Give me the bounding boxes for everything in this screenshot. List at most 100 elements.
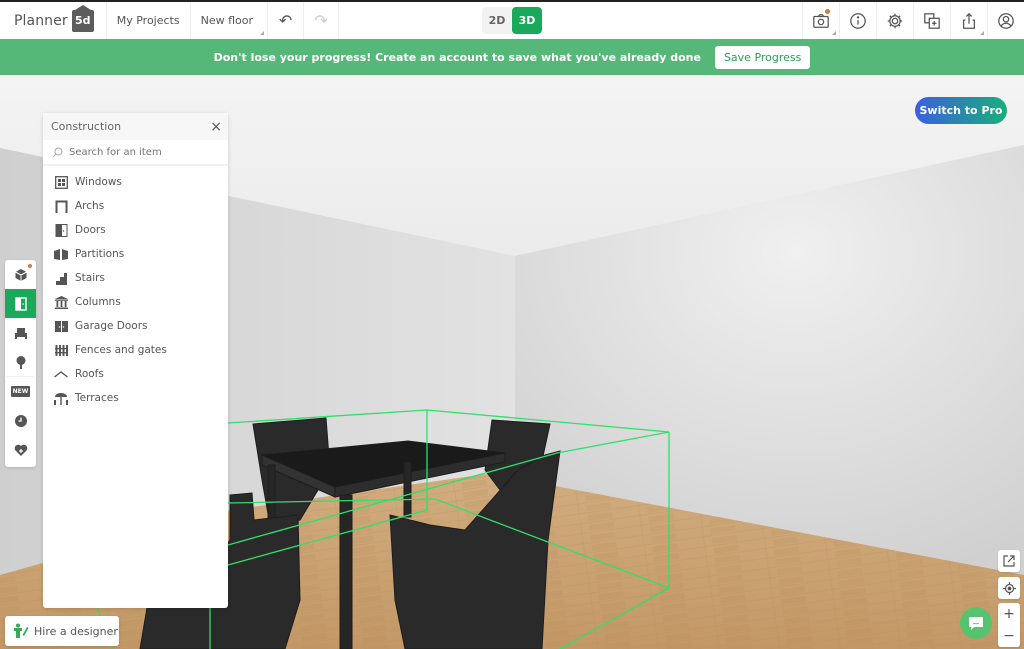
account-button[interactable] xyxy=(987,2,1024,39)
category-columns[interactable]: Columns xyxy=(43,290,228,314)
category-archs[interactable]: Archs xyxy=(43,194,228,218)
category-label: Roofs xyxy=(75,368,104,380)
table-leg xyxy=(339,494,353,649)
toggle-2d[interactable]: 2D xyxy=(482,7,512,34)
category-fences[interactable]: Fences and gates xyxy=(43,338,228,362)
floor-selector-label: New floor xyxy=(200,14,254,27)
category-stairs[interactable]: Stairs xyxy=(43,266,228,290)
dropdown-corner-icon xyxy=(832,31,836,35)
category-roofs[interactable]: Roofs xyxy=(43,362,228,386)
zoom-out-button[interactable]: − xyxy=(998,625,1020,647)
category-windows[interactable]: Windows xyxy=(43,170,228,194)
arch-icon xyxy=(55,200,67,213)
toolbar-furniture[interactable] xyxy=(5,318,36,347)
share-button[interactable] xyxy=(950,2,987,39)
undo-button[interactable]: ↶ xyxy=(267,2,303,39)
category-label: Windows xyxy=(75,176,122,188)
header-actions xyxy=(802,2,1024,39)
snapshot-button[interactable] xyxy=(802,2,839,39)
construction-door-icon xyxy=(14,296,27,311)
construction-panel: Construction × Windows Archs Doors Parti… xyxy=(43,113,228,608)
toolbar-exterior[interactable] xyxy=(5,347,36,376)
logo-badge: 5d xyxy=(71,4,94,32)
redo-button[interactable]: ↷ xyxy=(303,2,340,39)
category-label: Garage Doors xyxy=(75,320,148,332)
garage-door-icon xyxy=(54,320,68,332)
window-icon xyxy=(54,175,68,189)
logo-text: Planner xyxy=(14,12,68,29)
hire-designer-button[interactable]: Hire a designer xyxy=(5,616,119,646)
category-partitions[interactable]: Partitions xyxy=(43,242,228,266)
fence-icon xyxy=(54,344,68,356)
category-garage-doors[interactable]: Garage Doors xyxy=(43,314,228,338)
terrace-icon xyxy=(54,392,68,405)
door-icon xyxy=(55,223,67,237)
save-progress-button[interactable]: Save Progress xyxy=(714,45,811,69)
share-icon xyxy=(962,12,976,29)
zoom-controls: + − xyxy=(998,603,1020,647)
undo-icon: ↶ xyxy=(278,11,293,30)
exterior-tree-icon xyxy=(16,355,25,369)
dropdown-corner-icon xyxy=(980,31,984,35)
roof-icon xyxy=(54,370,68,378)
category-label: Stairs xyxy=(75,272,105,284)
search-input[interactable] xyxy=(69,146,219,158)
dropdown-corner-icon xyxy=(260,31,265,35)
gear-icon xyxy=(887,13,903,28)
redo-icon: ↷ xyxy=(314,11,328,30)
save-progress-banner: Don't lose your progress! Create an acco… xyxy=(0,39,1024,75)
left-toolbar: NEW xyxy=(5,260,36,467)
category-label: Partitions xyxy=(75,248,125,260)
notification-dot xyxy=(825,9,830,14)
columns-icon xyxy=(54,295,68,309)
logo[interactable]: Planner 5d xyxy=(0,2,106,39)
toggle-3d[interactable]: 3D xyxy=(512,7,542,34)
chat-button[interactable] xyxy=(960,607,992,639)
toolbar-new-items[interactable]: NEW xyxy=(5,377,36,406)
add-layer-button[interactable] xyxy=(913,2,950,39)
toolbar-history[interactable] xyxy=(5,406,36,435)
category-label: Fences and gates xyxy=(75,344,167,356)
center-view-button[interactable] xyxy=(998,577,1020,599)
toolbar-3d-models[interactable] xyxy=(5,260,36,289)
settings-button[interactable] xyxy=(876,2,913,39)
category-terraces[interactable]: Terraces xyxy=(43,386,228,410)
category-list: Windows Archs Doors Partitions Stairs Co… xyxy=(43,166,228,410)
category-label: Terraces xyxy=(75,392,119,404)
search-bar xyxy=(43,140,228,166)
info-button[interactable] xyxy=(839,2,876,39)
designer-icon xyxy=(14,623,29,638)
new-icon: NEW xyxy=(10,386,31,397)
3d-model-icon xyxy=(14,268,27,281)
external-link-icon xyxy=(1003,555,1015,567)
info-icon xyxy=(850,12,866,29)
user-icon xyxy=(998,12,1014,29)
notification-dot xyxy=(28,264,32,268)
history-icon xyxy=(14,414,27,427)
switch-to-pro-button[interactable]: Switch to Pro xyxy=(915,97,1007,124)
floor-selector[interactable]: New floor xyxy=(189,2,267,39)
fullscreen-button[interactable] xyxy=(998,550,1020,572)
my-projects-link[interactable]: My Projects xyxy=(105,2,190,39)
target-icon xyxy=(1002,581,1016,595)
category-doors[interactable]: Doors xyxy=(43,218,228,242)
category-label: Doors xyxy=(75,224,106,236)
toolbar-favorites[interactable] xyxy=(5,435,36,464)
camera-icon xyxy=(813,13,829,28)
top-bar: Planner 5d My Projects New floor ↶ ↷ 2D … xyxy=(0,0,1024,39)
search-icon xyxy=(52,147,63,157)
stairs-icon xyxy=(55,272,67,285)
hire-designer-label: Hire a designer xyxy=(34,624,118,638)
banner-message: Don't lose your progress! Create an acco… xyxy=(213,50,701,64)
zoom-in-button[interactable]: + xyxy=(998,603,1020,625)
category-label: Columns xyxy=(75,296,121,308)
panel-title: Construction xyxy=(51,120,122,133)
view-mode-toggle: 2D 3D xyxy=(482,7,542,34)
toolbar-construction[interactable] xyxy=(5,289,36,318)
partition-icon xyxy=(54,248,68,260)
category-label: Archs xyxy=(75,200,105,212)
favorites-icon xyxy=(14,444,27,456)
add-layer-icon xyxy=(924,12,940,29)
table-leg xyxy=(403,461,412,518)
close-icon[interactable]: × xyxy=(210,119,222,135)
